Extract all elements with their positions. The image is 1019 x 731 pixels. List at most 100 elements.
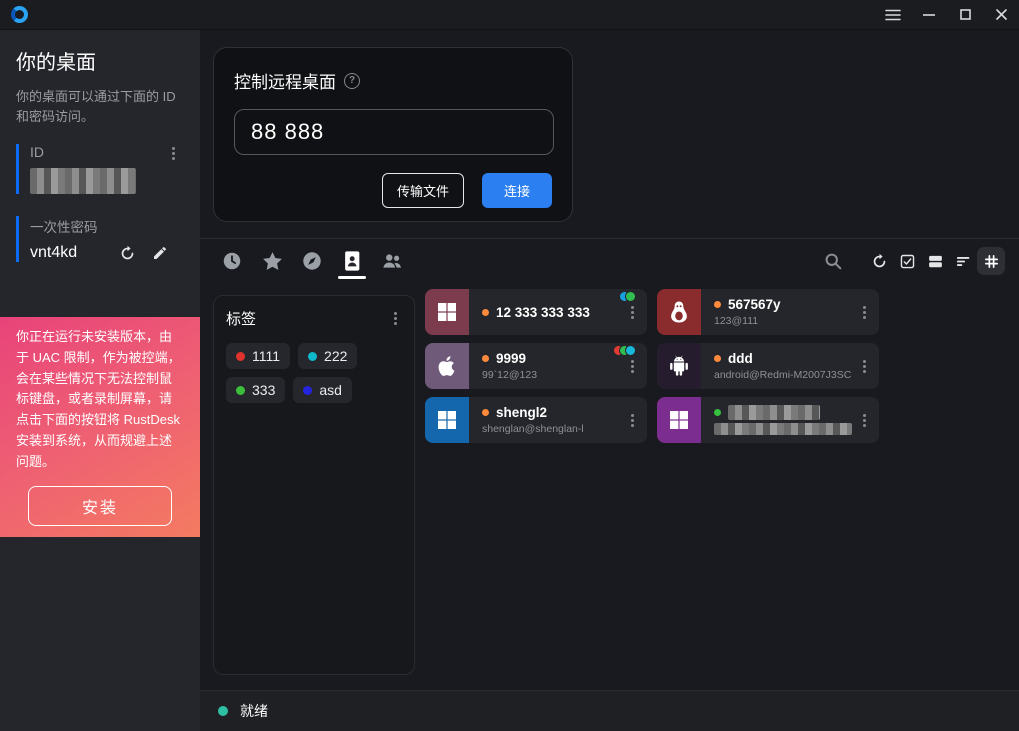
kebab-icon — [631, 311, 634, 314]
tags-panel: 标签 1111 222 333 asd — [213, 295, 415, 675]
maximize-icon — [960, 9, 971, 20]
tags-menu-button[interactable] — [388, 310, 402, 328]
peer-menu-button[interactable] — [857, 303, 871, 321]
sort-button[interactable] — [949, 247, 977, 275]
peer-card[interactable]: 9999 99`12@123 — [425, 343, 647, 389]
windows-logo-icon — [435, 408, 459, 432]
grid-view-button[interactable] — [977, 247, 1005, 275]
kebab-icon — [863, 311, 866, 314]
minimize-button[interactable] — [911, 0, 947, 30]
menu-button[interactable] — [875, 0, 911, 30]
peer-name: 567567y — [728, 297, 781, 312]
warning-text: 你正在运行未安装版本，由于 UAC 限制，作为被控端，会在某些情况下无法控制鼠标… — [16, 327, 184, 473]
peer-menu-button[interactable] — [857, 411, 871, 429]
tag-pill[interactable]: asd — [293, 377, 352, 403]
peer-toolbar — [819, 247, 1005, 275]
windows-logo-icon — [667, 408, 691, 432]
id-label: ID — [30, 144, 186, 160]
install-button[interactable]: 安装 — [28, 486, 172, 526]
id-menu-button[interactable] — [166, 144, 180, 162]
peer-info: 567567y 123@111 — [701, 289, 781, 335]
tab-group[interactable] — [372, 241, 412, 281]
main-area: 控制远程桌面 ? 传输文件 连接 — [200, 30, 1019, 731]
peer-name: 12 333 333 333 — [496, 305, 590, 320]
cards-view-icon — [927, 253, 944, 270]
peer-grid: 12 333 333 333 56 — [425, 289, 985, 443]
id-value-blurred — [30, 168, 136, 194]
peer-sub: 99`12@123 — [482, 369, 537, 381]
connect-button[interactable]: 连接 — [482, 173, 552, 208]
tag-list: 1111 222 333 asd — [226, 343, 402, 403]
compass-icon — [301, 250, 323, 272]
peer-card[interactable]: shengl2 shenglan@shenglan-l — [425, 397, 647, 443]
tag-label: 222 — [324, 348, 347, 364]
sidebar-title: 你的桌面 — [0, 30, 200, 75]
peer-sub: android@Redmi-M2007J3SC — [714, 369, 851, 381]
refresh-password-button[interactable] — [119, 245, 136, 262]
transfer-file-button[interactable]: 传输文件 — [382, 173, 464, 208]
edit-password-button[interactable] — [152, 245, 168, 261]
session-badge — [626, 292, 635, 301]
rustdesk-logo-icon — [11, 6, 28, 23]
refresh-icon — [871, 253, 888, 270]
minimize-icon — [923, 14, 935, 16]
status-bar: 就绪 — [200, 690, 1019, 731]
tag-color-dot — [303, 386, 312, 395]
peer-name-blurred — [728, 405, 820, 420]
kebab-icon — [172, 152, 175, 155]
tag-pill[interactable]: 222 — [298, 343, 357, 369]
peer-card[interactable]: 12 333 333 333 — [425, 289, 647, 335]
address-book-icon — [341, 249, 363, 273]
tab-address-book[interactable] — [332, 241, 372, 281]
peer-card[interactable] — [657, 397, 879, 443]
tags-title: 标签 — [226, 308, 256, 329]
android-robot-icon — [666, 353, 692, 379]
sort-icon — [955, 253, 972, 270]
kebab-icon — [631, 365, 634, 368]
maximize-button[interactable] — [947, 0, 983, 30]
star-icon — [261, 250, 284, 273]
peer-card[interactable]: ddd android@Redmi-M2007J3SC — [657, 343, 879, 389]
close-icon — [996, 9, 1007, 20]
id-section: ID — [16, 144, 186, 194]
peer-status-dot — [482, 409, 489, 416]
select-mode-button[interactable] — [893, 247, 921, 275]
peer-menu-button[interactable] — [625, 357, 639, 375]
help-icon[interactable]: ? — [344, 73, 360, 89]
peer-sub: 123@111 — [714, 315, 781, 327]
refresh-peers-button[interactable] — [865, 247, 893, 275]
tag-pill[interactable]: 1111 — [226, 343, 290, 369]
control-remote-card: 控制远程桌面 ? 传输文件 连接 — [213, 47, 573, 222]
linux-tux-icon — [666, 299, 692, 325]
tag-color-dot — [236, 352, 245, 361]
tab-discovered[interactable] — [292, 241, 332, 281]
tag-pill[interactable]: 333 — [226, 377, 285, 403]
peer-menu-button[interactable] — [857, 357, 871, 375]
peer-name: shengl2 — [496, 405, 547, 420]
grid-view-icon — [983, 253, 1000, 270]
peer-menu-button[interactable] — [625, 411, 639, 429]
peer-info: 12 333 333 333 — [469, 289, 590, 335]
tab-favorites[interactable] — [252, 241, 292, 281]
hamburger-icon — [885, 9, 901, 21]
cards-view-button[interactable] — [921, 247, 949, 275]
peer-status-dot — [482, 355, 489, 362]
peer-card[interactable]: 567567y 123@111 — [657, 289, 879, 335]
search-button[interactable] — [819, 247, 847, 275]
status-text: 就绪 — [240, 701, 268, 721]
close-button[interactable] — [983, 0, 1019, 30]
peer-info: 9999 99`12@123 — [469, 343, 537, 389]
tab-recent-sessions[interactable] — [212, 241, 252, 281]
install-warning-panel: 你正在运行未安装版本，由于 UAC 限制，作为被控端，会在某些情况下无法控制鼠标… — [0, 317, 200, 537]
peer-sub: shenglan@shenglan-l — [482, 423, 584, 435]
password-value: vnt4kd — [30, 244, 77, 262]
pencil-icon — [152, 245, 168, 261]
remote-id-input[interactable] — [234, 109, 554, 155]
sidebar-description: 你的桌面可以通过下面的 ID 和密码访问。 — [0, 75, 200, 126]
peer-os-tile — [657, 289, 701, 335]
tag-label: 1111 — [252, 348, 280, 364]
clock-icon — [221, 250, 243, 272]
peer-menu-button[interactable] — [625, 303, 639, 321]
kebab-icon — [394, 317, 397, 320]
windows-logo-icon — [435, 300, 459, 324]
